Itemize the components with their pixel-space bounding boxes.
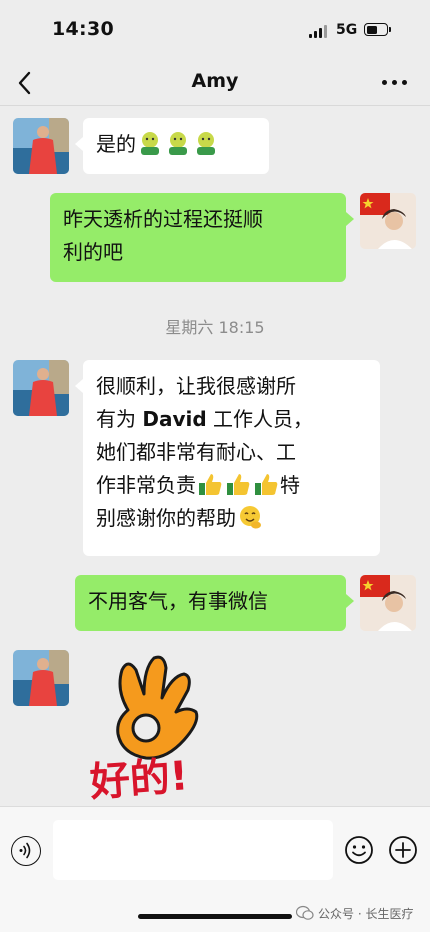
thumbs-up-icon bbox=[199, 474, 222, 495]
smiley-icon bbox=[345, 836, 373, 864]
message-text: 工作人员， bbox=[206, 407, 314, 431]
contact-avatar[interactable] bbox=[13, 118, 69, 174]
message-text: 特 bbox=[280, 473, 300, 497]
smiling-face-with-hand-icon bbox=[240, 506, 261, 529]
ok-hand-icon bbox=[116, 655, 199, 760]
bubble-tail bbox=[75, 379, 83, 393]
sent-message-bubble[interactable]: 昨天透析的过程还挺顺 利的吧 bbox=[50, 193, 346, 282]
voice-input-button[interactable] bbox=[11, 836, 41, 866]
voice-icon bbox=[19, 842, 31, 859]
ok-hand-sticker[interactable]: 好的! bbox=[87, 650, 248, 806]
message-line: 别感谢你的帮助 bbox=[96, 502, 367, 535]
wechat-official-account-icon bbox=[296, 905, 314, 920]
person-name: David bbox=[142, 407, 207, 431]
my-avatar[interactable] bbox=[360, 193, 416, 249]
received-message-bubble[interactable]: 很顺利，让我很感谢所 有为 David 工作人员， 她们都非常有耐心、工 作非常… bbox=[83, 360, 380, 556]
chat-header: Amy bbox=[0, 60, 430, 106]
sticker-text: 好的! bbox=[88, 753, 190, 800]
contact-avatar[interactable] bbox=[13, 650, 69, 706]
face-with-medical-mask-hugging-icon bbox=[197, 132, 215, 155]
signal-icon bbox=[309, 24, 329, 38]
message-text: 作非常负责 bbox=[96, 473, 196, 497]
network-type: 5G bbox=[336, 22, 358, 38]
more-functions-button[interactable] bbox=[388, 835, 418, 865]
status-bar: 14:30 5G bbox=[0, 0, 430, 60]
contact-avatar[interactable] bbox=[13, 360, 69, 416]
message-line: 她们都非常有耐心、工 bbox=[96, 440, 296, 464]
message-line: 作非常负责 特 bbox=[96, 469, 367, 502]
thumbs-up-icon bbox=[227, 474, 250, 495]
battery-icon bbox=[364, 23, 388, 36]
watermark-text: 公众号 · 长生医疗 bbox=[318, 907, 414, 921]
bubble-tail bbox=[346, 212, 354, 226]
message-line: 利的吧 bbox=[63, 240, 123, 264]
bubble-tail bbox=[346, 594, 354, 608]
message-line: 有为 David 工作人员， bbox=[96, 403, 367, 436]
message-text: 有为 bbox=[96, 407, 143, 431]
message-line: 昨天透析的过程还挺顺 bbox=[63, 207, 263, 231]
battery-tip bbox=[389, 27, 391, 32]
status-time: 14:30 bbox=[52, 18, 114, 40]
chat-timestamp: 星期六 18:15 bbox=[165, 318, 265, 337]
home-indicator bbox=[138, 914, 292, 919]
more-options-button[interactable] bbox=[382, 78, 410, 88]
my-avatar[interactable] bbox=[360, 575, 416, 631]
message-line: 很顺利，让我很感谢所 bbox=[96, 374, 296, 398]
emoji-button[interactable] bbox=[344, 835, 374, 865]
thumbs-up-icon bbox=[255, 474, 278, 495]
face-with-medical-mask-hugging-icon bbox=[169, 132, 187, 155]
message-text: 不用客气，有事微信 bbox=[88, 589, 268, 613]
message-text: 是的 bbox=[96, 132, 136, 156]
sent-message-bubble[interactable]: 不用客气，有事微信 bbox=[75, 575, 346, 631]
chat-title: Amy bbox=[191, 70, 239, 92]
plus-icon bbox=[389, 836, 417, 864]
face-with-medical-mask-hugging-icon bbox=[141, 132, 159, 155]
bubble-tail bbox=[75, 137, 83, 151]
message-input[interactable] bbox=[53, 820, 333, 880]
message-text: 别感谢你的帮助 bbox=[96, 506, 236, 530]
received-message-bubble[interactable]: 是的 bbox=[83, 118, 269, 174]
